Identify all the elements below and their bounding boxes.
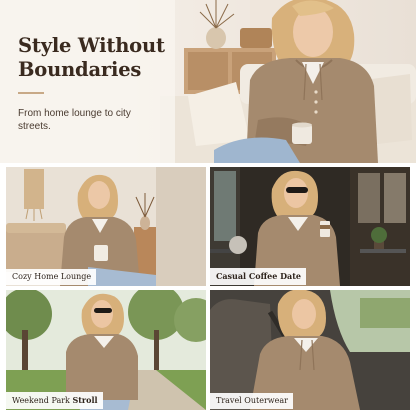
panel-travel-outerwear: Travel Outerwear (210, 290, 410, 410)
panel-cozy-home-lounge: Cozy Home Lounge (6, 167, 206, 286)
hero-banner: Style Without Boundaries From home loung… (0, 0, 416, 163)
panel-casual-coffee-date: Casual Coffee Date (210, 167, 410, 286)
vase (206, 27, 226, 49)
coffee-mug (94, 245, 108, 261)
car-photo (210, 290, 410, 410)
sunglasses (94, 308, 112, 313)
basket (240, 28, 272, 48)
cafe-chair (229, 236, 247, 254)
caption-travel-outerwear: Travel Outerwear (210, 393, 293, 409)
panel-weekend-park-stroll: Weekend Park Stroll (6, 290, 206, 410)
caption-weekend-park-stroll: Weekend Park Stroll (6, 392, 103, 409)
cafe-table (360, 249, 406, 253)
sunglasses (286, 187, 308, 193)
page-subtitle: From home lounge to city streets. (18, 108, 131, 132)
title-divider (18, 92, 44, 94)
caption-cozy-home-lounge: Cozy Home Lounge (6, 269, 97, 285)
macrame-wall-hanging (24, 169, 44, 209)
caption-casual-coffee-date: Casual Coffee Date (210, 268, 307, 285)
page-title: Style Without Boundaries (18, 34, 165, 81)
sofa (6, 227, 66, 272)
